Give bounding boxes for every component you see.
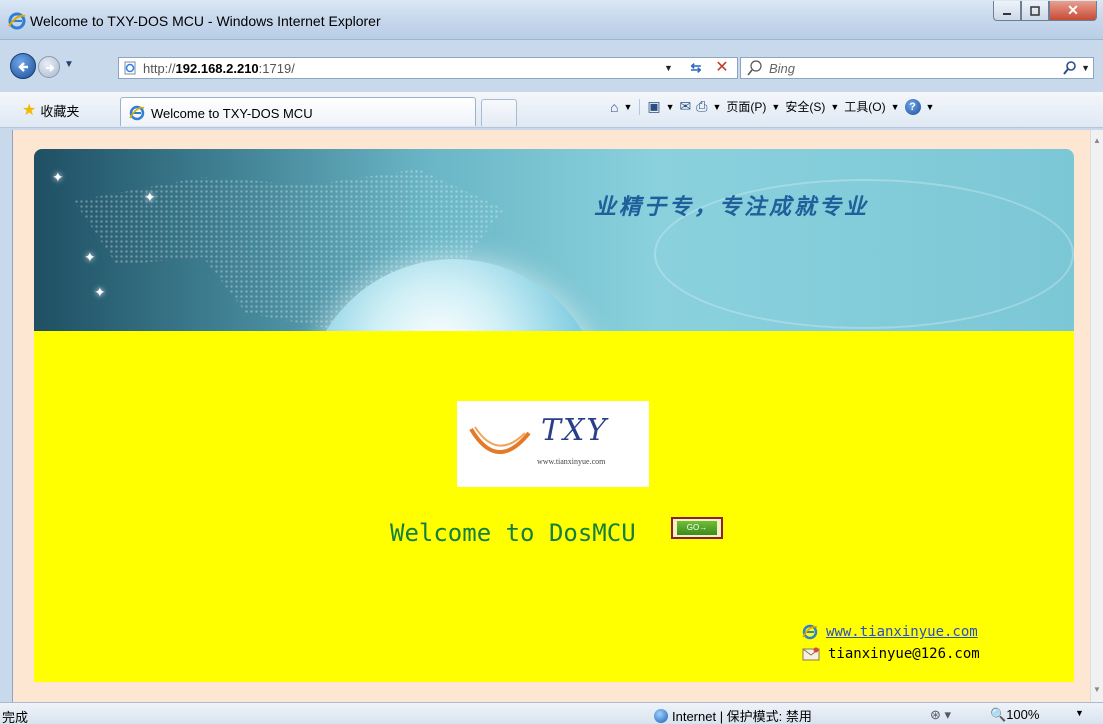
- minimize-icon: [1003, 12, 1011, 15]
- contact-info: www.tianxinyue.com tianxinyue@126.com: [802, 621, 980, 665]
- sparkle-icon: ✦: [84, 249, 96, 265]
- back-button[interactable]: [10, 53, 36, 79]
- refresh-button[interactable]: ⇆: [684, 57, 708, 79]
- envelope-icon: [802, 647, 820, 661]
- close-icon: ✕: [1067, 2, 1079, 18]
- maximize-button[interactable]: [1021, 1, 1049, 21]
- page-viewport: ✦ ✦ ✦ ✦ 业精于专，专注成就专业 TXY www.tianxinyue.c…: [12, 130, 1090, 702]
- logo-text: TXY: [541, 413, 609, 448]
- safety-menu[interactable]: 安全(S): [785, 98, 825, 115]
- favorites-label: 收藏夹: [40, 103, 80, 119]
- maximize-icon: [1030, 5, 1040, 16]
- home-icon[interactable]: ⌂: [610, 99, 618, 115]
- separator: [639, 98, 641, 115]
- safety-menu-caret-icon: ▼: [830, 101, 840, 112]
- minimize-button[interactable]: [993, 1, 1021, 21]
- window-controls: ✕: [993, 1, 1097, 21]
- email-text: tianxinyue@126.com: [828, 646, 980, 662]
- main-panel: TXY www.tianxinyue.com Welcome to DosMCU…: [34, 331, 1074, 682]
- url-text: http://192.168.2.210:1719/: [143, 61, 295, 76]
- favorites-button[interactable]: ★ 收藏夹: [22, 100, 79, 120]
- search-options-icon[interactable]: ▼: [1081, 63, 1090, 73]
- address-field[interactable]: http://192.168.2.210:1719/: [118, 57, 738, 79]
- forward-button[interactable]: [38, 56, 60, 78]
- tab-active[interactable]: Welcome to TXY-DOS MCU: [120, 97, 476, 126]
- website-link[interactable]: www.tianxinyue.com: [826, 624, 978, 640]
- tools-menu-caret-icon: ▼: [890, 101, 900, 112]
- status-bar: 完成 Internet | 保护模式: 禁用 ⊛ ▾ 🔍100% ▼: [0, 702, 1103, 724]
- help-dropdown-icon[interactable]: ▼: [926, 102, 935, 112]
- tools-menu[interactable]: 工具(O): [844, 98, 885, 115]
- ie-page-icon: [129, 105, 145, 121]
- email-row: tianxinyue@126.com: [802, 643, 980, 665]
- security-zone[interactable]: Internet | 保护模式: 禁用: [654, 706, 812, 724]
- window-title-bar: Welcome to TXY-DOS MCU - Windows Interne…: [0, 0, 1103, 40]
- home-dropdown-icon[interactable]: ▼: [623, 102, 632, 112]
- website-row: www.tianxinyue.com: [802, 621, 980, 643]
- history-dropdown-icon[interactable]: ▼: [64, 59, 74, 70]
- address-toolbar: ▼ http://192.168.2.210:1719/ ▼ ⇆ ✕ Bing …: [0, 44, 1103, 90]
- page-menu-caret-icon: ▼: [771, 101, 781, 112]
- tab-label: Welcome to TXY-DOS MCU: [151, 106, 313, 121]
- page-icon: [124, 61, 136, 75]
- sparkle-icon: ✦: [52, 169, 64, 185]
- command-bar: ★ 收藏夹 Welcome to TXY-DOS MCU ⌂ ▼ ▣ ▼ ✉ ⎙…: [0, 92, 1103, 128]
- feeds-dropdown-icon[interactable]: ▼: [666, 102, 675, 112]
- search-engine-icon: [747, 60, 762, 76]
- print-dropdown-icon[interactable]: ▼: [712, 102, 721, 112]
- zoom-level[interactable]: 🔍100%: [990, 707, 1039, 723]
- status-text: 完成: [2, 710, 29, 724]
- search-input[interactable]: Bing ▼: [740, 57, 1094, 79]
- new-tab-button[interactable]: [481, 99, 517, 126]
- print-icon[interactable]: ⎙: [696, 98, 707, 115]
- sparkle-icon: ✦: [144, 189, 156, 205]
- scroll-up-icon[interactable]: ▲: [1093, 136, 1101, 145]
- forward-arrow-icon: [46, 64, 55, 72]
- company-logo: TXY www.tianxinyue.com: [457, 401, 649, 487]
- protected-mode-icon[interactable]: ⊛ ▾: [930, 707, 951, 723]
- help-icon[interactable]: ?: [904, 98, 921, 115]
- mail-icon[interactable]: ✉: [680, 98, 692, 115]
- logo-url: www.tianxinyue.com: [537, 457, 606, 466]
- zoom-dropdown-icon[interactable]: ▼: [1075, 708, 1084, 718]
- go-label: GO→: [677, 521, 717, 535]
- refresh-icon: ⇆: [690, 60, 702, 75]
- ie-logo-icon: [8, 12, 26, 30]
- welcome-heading: Welcome to DosMCU: [390, 519, 636, 547]
- internet-zone-icon: [654, 708, 668, 723]
- star-icon: ★: [22, 102, 37, 119]
- page-menu[interactable]: 页面(P): [726, 98, 766, 115]
- address-dropdown-icon[interactable]: ▼: [664, 63, 673, 73]
- stop-icon: ✕: [715, 59, 729, 76]
- search-placeholder: Bing: [769, 61, 796, 76]
- header-banner: ✦ ✦ ✦ ✦ 业精于专，专注成就专业: [34, 149, 1074, 331]
- stop-button[interactable]: ✕: [711, 57, 733, 79]
- banner-slogan: 业精于专，专注成就专业: [594, 194, 870, 220]
- feeds-icon[interactable]: ▣: [647, 98, 660, 115]
- window-title: Welcome to TXY-DOS MCU - Windows Interne…: [30, 13, 381, 29]
- search-icon[interactable]: [1063, 61, 1077, 75]
- vertical-scrollbar[interactable]: ▲ ▼: [1090, 130, 1103, 702]
- sparkle-icon: ✦: [94, 284, 106, 300]
- scroll-down-icon[interactable]: ▼: [1093, 685, 1101, 694]
- zone-text: Internet | 保护模式: 禁用: [672, 709, 812, 724]
- close-button[interactable]: ✕: [1049, 1, 1097, 21]
- command-tools: ⌂ ▼ ▣ ▼ ✉ ⎙ ▼ 页面(P) ▼ 安全(S) ▼ 工具(O) ▼ ? …: [610, 98, 934, 115]
- logo-swoosh-icon: [469, 426, 531, 454]
- back-arrow-icon: [18, 62, 28, 72]
- ie-link-icon: [802, 624, 818, 640]
- go-button[interactable]: GO→: [671, 517, 723, 539]
